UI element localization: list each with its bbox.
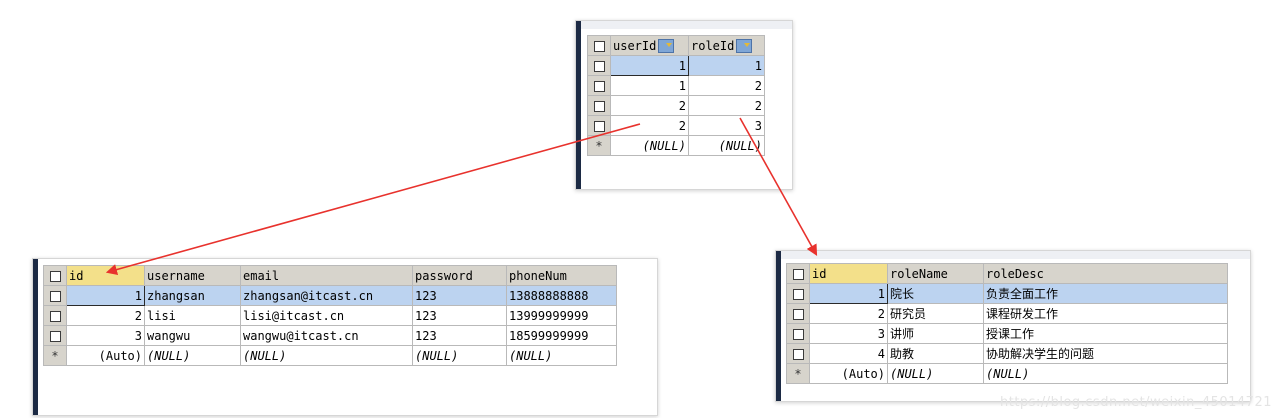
arrow-roleid-to-roles: [739, 117, 818, 256]
watermark: https://blog.csdn.net/weixin_45014721: [999, 395, 1272, 410]
arrow-userid-to-users: [105, 123, 641, 275]
relationship-arrows: [105, 117, 818, 275]
